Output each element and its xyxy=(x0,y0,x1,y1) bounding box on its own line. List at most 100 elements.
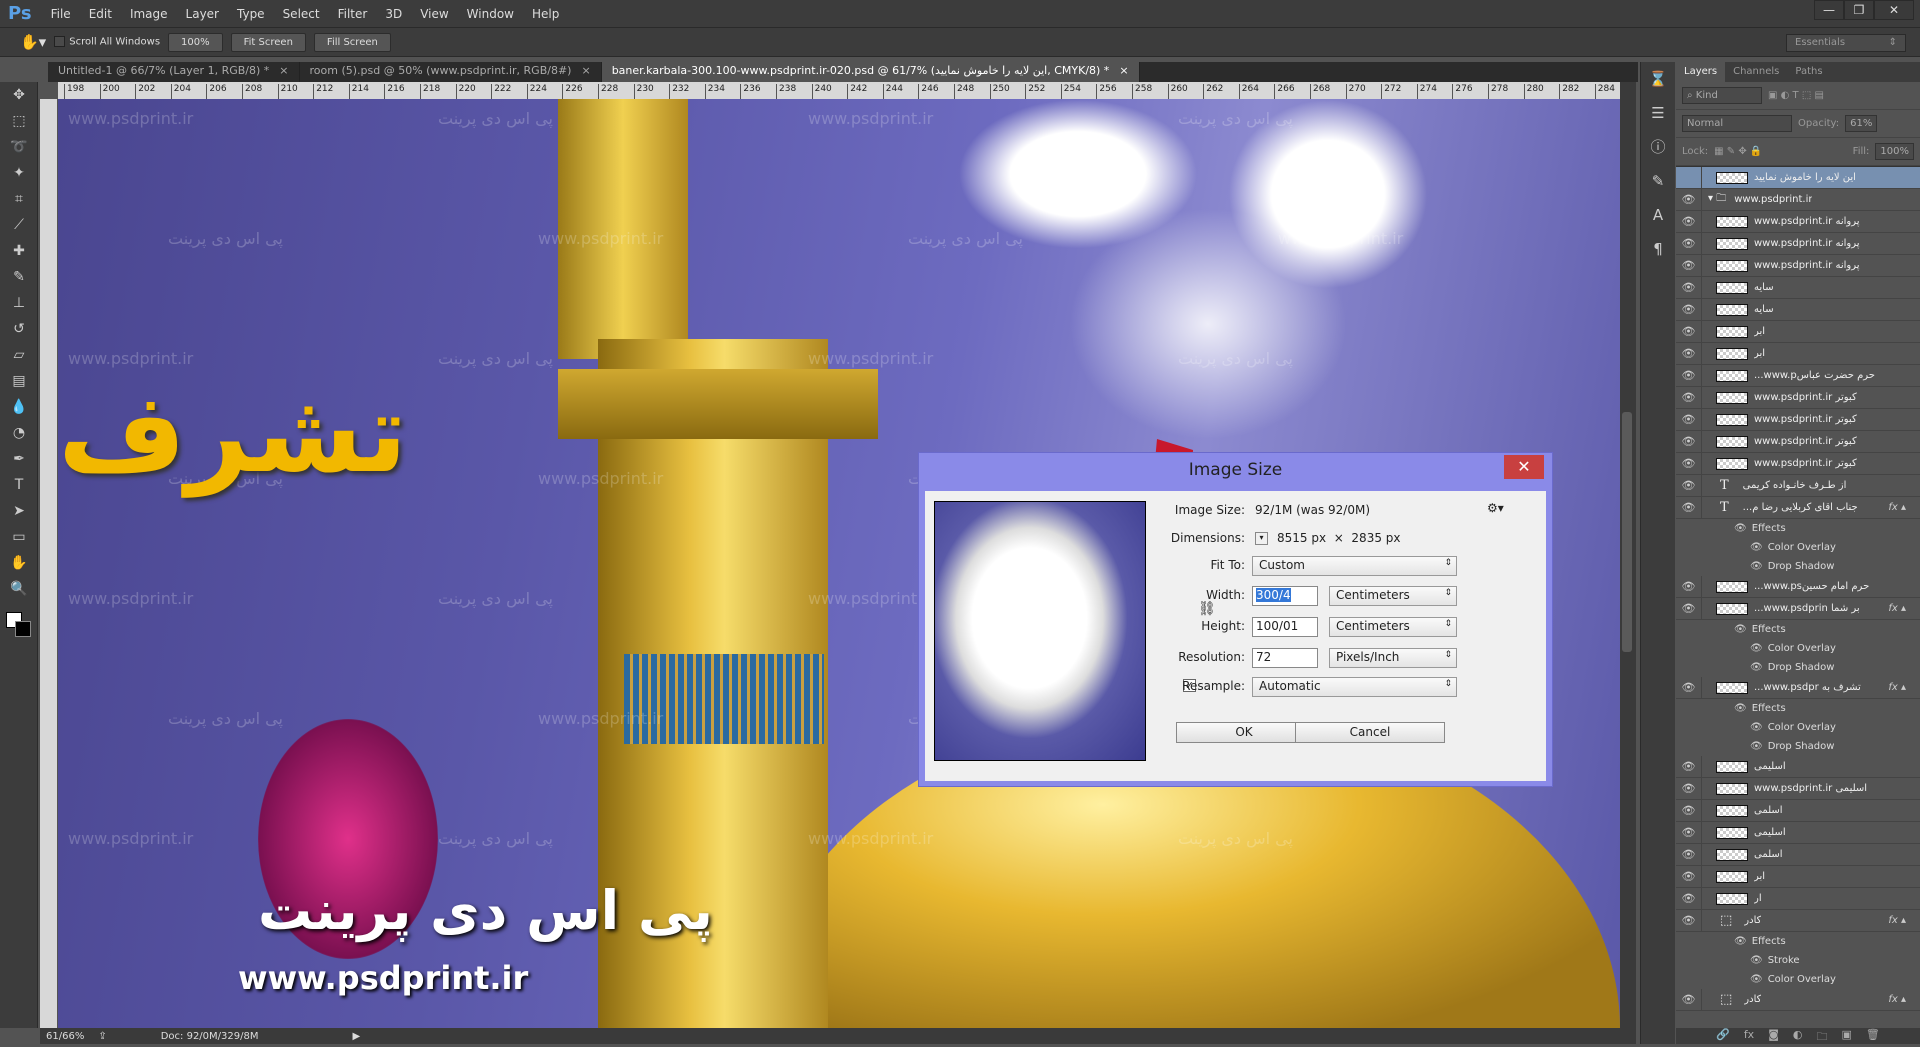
visibility-eye-icon[interactable]: 👁 xyxy=(1676,233,1702,254)
effect-row[interactable]: 👁 Color Overlay xyxy=(1676,970,1920,989)
effect-eye-icon[interactable]: 👁 xyxy=(1750,974,1763,985)
layer-row[interactable]: 👁 www.psdprint.ir اسلیمی xyxy=(1676,778,1920,800)
visibility-eye-icon[interactable]: 👁 xyxy=(1676,866,1702,887)
fit-screen-button[interactable]: Fit Screen xyxy=(230,32,306,52)
layer-row[interactable]: 👁 www.psdprint.ir پروانه xyxy=(1676,233,1920,255)
effect-row[interactable]: 👁 Color Overlay xyxy=(1676,639,1920,658)
brush-presets-icon[interactable]: ✎ xyxy=(1641,164,1675,198)
visibility-eye-icon[interactable]: 👁 xyxy=(1676,343,1702,364)
layer-row[interactable]: 👁 ⬚ کادر fx ▴ xyxy=(1676,910,1920,932)
resample-select[interactable]: Automatic ⇕ xyxy=(1252,677,1457,697)
tab-close-icon[interactable]: × xyxy=(1119,64,1128,77)
layer-row[interactable]: 👁 اسلیمی xyxy=(1676,822,1920,844)
effect-row[interactable]: 👁 Drop Shadow xyxy=(1676,557,1920,576)
info-icon[interactable]: ⓘ xyxy=(1641,130,1675,164)
zoom-icon[interactable]: 🔍 xyxy=(0,576,38,602)
pen-icon[interactable]: ✒ xyxy=(0,446,38,472)
tab-close-icon[interactable]: × xyxy=(279,64,288,77)
visibility-eye-icon[interactable]: 👁 xyxy=(1676,211,1702,232)
layer-row[interactable]: 👁 www.psdprint.ir کبوتر xyxy=(1676,387,1920,409)
restore-button[interactable]: ❐ xyxy=(1844,0,1874,20)
effect-eye-icon[interactable]: 👁 xyxy=(1734,703,1747,714)
fx-icon[interactable]: fx ▴ xyxy=(1888,502,1906,513)
document-tab[interactable]: baner.karbala-300.100-www.psdprint.ir-02… xyxy=(601,62,1140,82)
layer-row[interactable]: 👁 اسلمی xyxy=(1676,844,1920,866)
eraser-icon[interactable]: ▱ xyxy=(0,342,38,368)
effect-eye-icon[interactable]: 👁 xyxy=(1750,741,1763,752)
lock-icons[interactable]: ▦ ✎ ✥ 🔒 xyxy=(1714,146,1762,157)
panel-tab-layers[interactable]: Layers xyxy=(1676,62,1726,82)
visibility-eye-icon[interactable]: 👁 xyxy=(1676,299,1702,320)
gradient-icon[interactable]: ▤ xyxy=(0,368,38,394)
visibility-eye-icon[interactable]: 👁 xyxy=(1676,475,1702,496)
effect-eye-icon[interactable]: 👁 xyxy=(1750,561,1763,572)
hand-tool-icon[interactable]: ✋▾ xyxy=(20,33,46,51)
fill-input[interactable]: 100% xyxy=(1875,143,1914,160)
layer-row[interactable]: 👁 ...www.psdpr تشرف به fx ▴ xyxy=(1676,677,1920,699)
folder-icon[interactable]: 🗀 xyxy=(1817,1028,1828,1044)
layer-row[interactable]: 👁 ...www.pحرم حضرت عباس xyxy=(1676,365,1920,387)
type-icon[interactable]: T xyxy=(0,472,38,498)
effect-eye-icon[interactable]: 👁 xyxy=(1734,624,1747,635)
menu-3d[interactable]: 3D xyxy=(376,7,411,21)
layer-row[interactable]: 👁 اسلمی xyxy=(1676,800,1920,822)
menu-edit[interactable]: Edit xyxy=(80,7,121,21)
fx-icon[interactable]: fx ▴ xyxy=(1888,682,1906,693)
filter-icons[interactable]: ▣ ◐ T ⬚ ▤ xyxy=(1768,90,1824,101)
resolution-input[interactable]: 72 xyxy=(1252,648,1318,668)
fx-icon[interactable]: fx ▴ xyxy=(1888,994,1906,1005)
menu-filter[interactable]: Filter xyxy=(329,7,377,21)
menu-help[interactable]: Help xyxy=(523,7,568,21)
visibility-eye-icon[interactable]: 👁 xyxy=(1676,576,1702,597)
move-icon[interactable]: ✥ xyxy=(0,82,38,108)
opacity-input[interactable]: 61% xyxy=(1845,115,1878,132)
layer-row[interactable]: 👁 T ...جناب آقای کربلایی رضا م fx ▴ xyxy=(1676,497,1920,519)
visibility-eye-icon[interactable] xyxy=(1676,167,1702,188)
kind-filter-select[interactable]: ⌕ Kind xyxy=(1682,87,1762,104)
effects-row[interactable]: 👁 Effects xyxy=(1676,519,1920,538)
vertical-scrollbar[interactable] xyxy=(1620,82,1636,1028)
panel-tab-paths[interactable]: Paths xyxy=(1787,62,1830,82)
layer-row[interactable]: 👁 www.psdprint.ir کبوتر xyxy=(1676,409,1920,431)
blend-mode-select[interactable]: Normal xyxy=(1682,115,1792,132)
layer-row[interactable]: 👁 www.psdprint.ir پروانه xyxy=(1676,255,1920,277)
layer-group[interactable]: 👁 ▾ 🗀 www.psdprint.ir xyxy=(1676,189,1920,211)
layer-row[interactable]: 👁 ابر xyxy=(1676,343,1920,365)
effect-eye-icon[interactable]: 👁 xyxy=(1734,523,1747,534)
visibility-eye-icon[interactable]: 👁 xyxy=(1676,255,1702,276)
gear-icon[interactable]: ⚙▾ xyxy=(1487,501,1504,515)
properties-icon[interactable]: ☰ xyxy=(1641,96,1675,130)
effect-row[interactable]: 👁 Color Overlay xyxy=(1676,718,1920,737)
hand-icon[interactable]: ✋ xyxy=(0,550,38,576)
menu-file[interactable]: File xyxy=(42,7,80,21)
visibility-eye-icon[interactable]: 👁 xyxy=(1676,189,1702,210)
status-menu-arrow[interactable]: ▶ xyxy=(352,1031,360,1042)
zoom-level[interactable]: 61/66% xyxy=(46,1031,84,1042)
constrain-link-icon[interactable]: ⛓ xyxy=(1198,601,1216,617)
visibility-eye-icon[interactable]: 👁 xyxy=(1676,910,1702,931)
mask-icon[interactable]: ◙ xyxy=(1768,1028,1779,1044)
effect-eye-icon[interactable]: 👁 xyxy=(1734,936,1747,947)
visibility-eye-icon[interactable]: 👁 xyxy=(1676,431,1702,452)
fx-icon[interactable]: fx xyxy=(1744,1028,1754,1044)
document-tab[interactable]: Untitled-1 @ 66/7% (Layer 1, RGB/8) * × xyxy=(48,62,300,82)
menu-image[interactable]: Image xyxy=(121,7,177,21)
visibility-eye-icon[interactable]: 👁 xyxy=(1676,598,1702,619)
fx-icon[interactable]: fx ▴ xyxy=(1888,915,1906,926)
brush-icon[interactable]: ✎ xyxy=(0,264,38,290)
eyedropper-icon[interactable]: ⟋ xyxy=(0,212,38,238)
effects-row[interactable]: 👁 Effects xyxy=(1676,932,1920,951)
image-preview[interactable] xyxy=(934,501,1146,761)
dialog-close-button[interactable]: ✕ xyxy=(1504,455,1544,479)
paragraph-icon[interactable]: ¶ xyxy=(1641,232,1675,266)
clone-stamp-icon[interactable]: ⊥ xyxy=(0,290,38,316)
minimize-button[interactable]: — xyxy=(1814,0,1844,20)
height-input[interactable]: 100/01 xyxy=(1252,617,1318,637)
effect-row[interactable]: 👁 Drop Shadow xyxy=(1676,737,1920,756)
effects-row[interactable]: 👁 Effects xyxy=(1676,699,1920,718)
effect-eye-icon[interactable]: 👁 xyxy=(1750,722,1763,733)
layer-row[interactable]: این لایه را خاموش نمایید xyxy=(1676,167,1920,189)
visibility-eye-icon[interactable]: 👁 xyxy=(1676,277,1702,298)
layer-row[interactable]: 👁 www.psdprint.ir کبوتر xyxy=(1676,453,1920,475)
visibility-eye-icon[interactable]: 👁 xyxy=(1676,453,1702,474)
